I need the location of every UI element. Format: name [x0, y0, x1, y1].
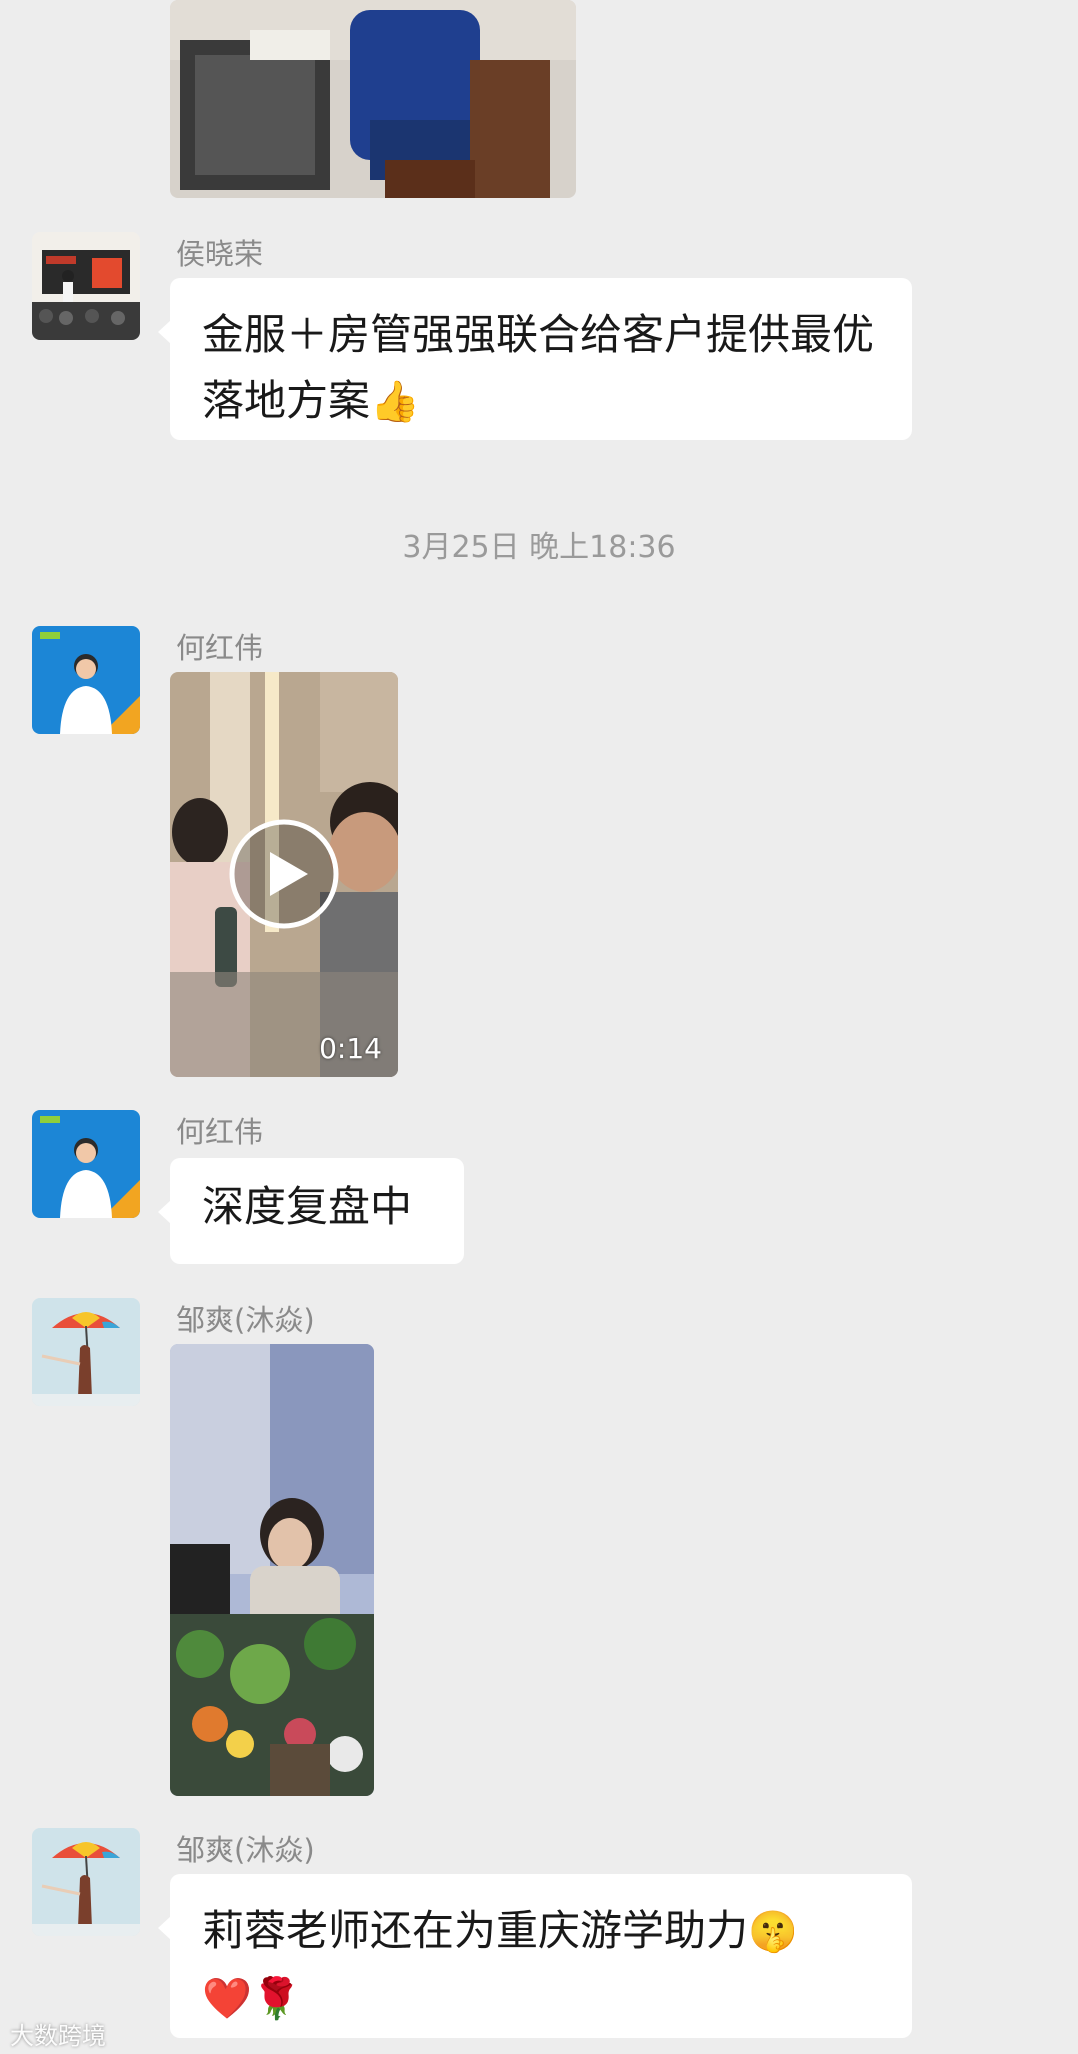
- chat-image[interactable]: [170, 1344, 374, 1796]
- sender-name: 侯晓荣: [176, 237, 264, 271]
- shushing-face-icon: 🤫: [748, 1909, 798, 1955]
- video-message[interactable]: 0:14: [170, 672, 398, 1077]
- heart-icon: ❤️: [202, 1976, 252, 2022]
- avatar[interactable]: [32, 626, 140, 734]
- avatar[interactable]: [32, 1298, 140, 1406]
- message-text: 莉蓉老师还在为重庆游学助力: [202, 1906, 749, 1955]
- message-text: 深度复盘中: [202, 1182, 413, 1231]
- message-text: 金服＋房管强强联合给客户提供最优落地方案: [202, 310, 875, 425]
- sender-name: 何红伟: [176, 631, 264, 665]
- sender-name: 邹爽(沐焱): [176, 1833, 315, 1867]
- message-bubble[interactable]: 金服＋房管强强联合给客户提供最优落地方案👍: [158, 278, 912, 440]
- sender-name: 何红伟: [176, 1115, 264, 1149]
- thumbs-up-icon: 👍: [370, 379, 420, 425]
- message-bubble[interactable]: 莉蓉老师还在为重庆游学助力🤫 ❤️🌹: [158, 1874, 912, 2038]
- video-duration: 0:14: [319, 1032, 382, 1065]
- avatar[interactable]: [32, 1110, 140, 1218]
- sender-name: 邹爽(沐焱): [176, 1303, 315, 1337]
- chat-view: 侯晓荣 金服＋房管强强联合给客户提供最优落地方案👍 3月25日 晚上18:36 …: [0, 0, 1078, 2054]
- chat-image-partial[interactable]: [170, 0, 576, 198]
- avatar[interactable]: [32, 232, 140, 340]
- rose-icon: 🌹: [251, 1976, 302, 2022]
- avatar[interactable]: [32, 1828, 140, 1936]
- watermark: 大数跨境: [10, 2022, 106, 2050]
- message-bubble[interactable]: 深度复盘中: [158, 1158, 464, 1264]
- timestamp: 3月25日 晚上18:36: [402, 530, 676, 565]
